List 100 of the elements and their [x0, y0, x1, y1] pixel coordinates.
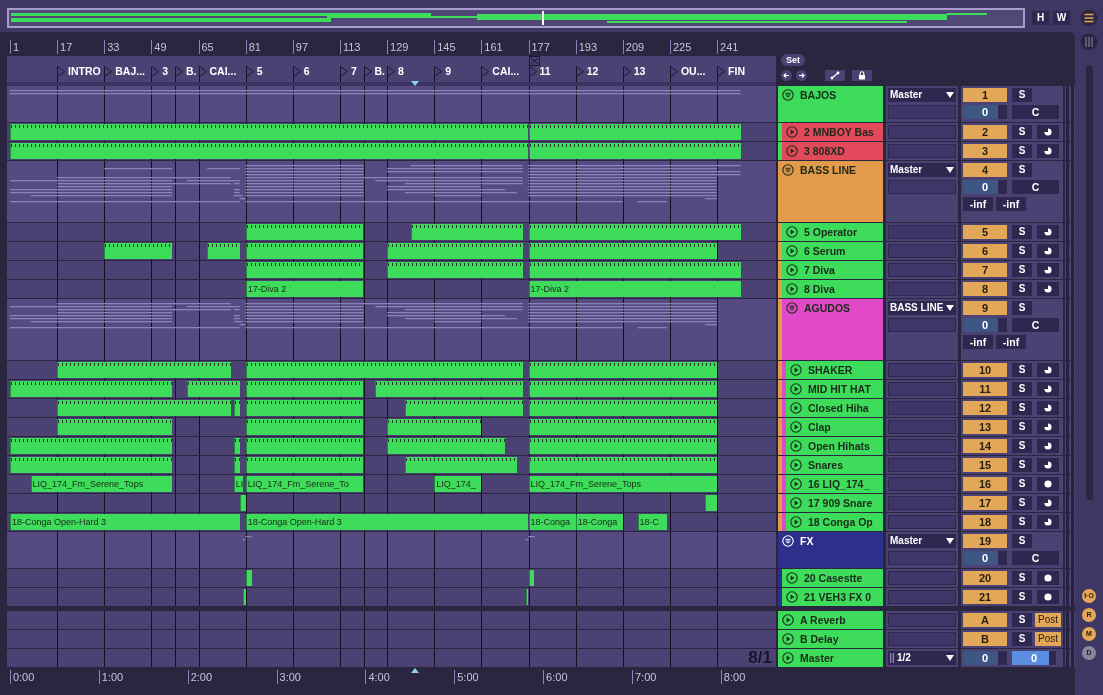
locator[interactable]: B.: [363, 65, 385, 77]
solo-button[interactable]: S: [1012, 590, 1032, 604]
locator[interactable]: 9: [434, 65, 452, 77]
output-dropdown[interactable]: Master: [888, 163, 956, 177]
locator[interactable]: 8: [387, 65, 404, 77]
track-header[interactable]: 18 Conga Op: [786, 513, 883, 531]
locator[interactable]: 11: [528, 65, 551, 77]
play-icon[interactable]: [786, 226, 798, 238]
track-header[interactable]: Master: [778, 649, 883, 667]
locator[interactable]: INTRO: [57, 65, 101, 77]
solo-button[interactable]: S: [1012, 125, 1032, 139]
clip[interactable]: LI: [233, 476, 243, 492]
arrow-right-icon[interactable]: [796, 70, 807, 81]
monitor-button[interactable]: [1037, 477, 1059, 491]
clip[interactable]: [245, 362, 523, 378]
clip[interactable]: [525, 589, 529, 605]
clip[interactable]: LIQ_174_Fm_Serene_Tops: [30, 476, 172, 492]
input-field[interactable]: [888, 363, 956, 377]
send-mode-button[interactable]: Post: [1035, 613, 1061, 627]
play-icon[interactable]: [786, 572, 798, 584]
track-header[interactable]: Clap: [786, 418, 883, 436]
input-field[interactable]: [888, 632, 956, 646]
track-activator-button[interactable]: 17: [963, 496, 1007, 510]
solo-button[interactable]: S: [1012, 382, 1032, 396]
monitor-button[interactable]: [1037, 263, 1059, 277]
clip[interactable]: [9, 457, 172, 473]
locator[interactable]: 5: [245, 65, 263, 77]
track-header[interactable]: 21 VEH3 FX 0: [782, 588, 883, 606]
locator[interactable]: FIN: [717, 65, 745, 77]
clip[interactable]: [375, 381, 523, 397]
track-activator-button[interactable]: A: [963, 613, 1007, 627]
track-activator-button[interactable]: 6: [963, 244, 1007, 258]
play-icon[interactable]: [786, 591, 798, 603]
clip[interactable]: [57, 419, 172, 435]
follow-icon[interactable]: [825, 70, 845, 81]
volume-slider[interactable]: 0: [963, 651, 1007, 665]
clip[interactable]: 18-Conga: [528, 514, 576, 530]
locator[interactable]: CAI...: [198, 65, 237, 77]
track-header[interactable]: FX: [778, 532, 883, 568]
track-activator-button[interactable]: 1: [963, 88, 1007, 102]
solo-button[interactable]: S: [1012, 144, 1032, 158]
clip[interactable]: [528, 419, 718, 435]
input-field[interactable]: [888, 420, 956, 434]
clip[interactable]: [387, 262, 523, 278]
play-icon[interactable]: [786, 245, 798, 257]
pan-control[interactable]: C: [1012, 318, 1059, 332]
track-header[interactable]: 6 Serum: [782, 242, 883, 260]
track-header[interactable]: Closed Hiha: [786, 399, 883, 417]
overview-toggle-button[interactable]: H: [1032, 11, 1049, 25]
clip[interactable]: [245, 262, 364, 278]
solo-button[interactable]: S: [1012, 401, 1032, 415]
volume-slider[interactable]: 0: [963, 180, 1007, 194]
play-icon[interactable]: [790, 516, 802, 528]
solo-button[interactable]: S: [1012, 282, 1032, 296]
track-header[interactable]: B Delay: [778, 630, 883, 648]
clip[interactable]: [245, 243, 364, 259]
input-field[interactable]: [888, 477, 956, 491]
track-header[interactable]: 16 LIQ_174_: [786, 475, 883, 493]
clip[interactable]: [57, 362, 231, 378]
track-activator-button[interactable]: 8: [963, 282, 1007, 296]
locator[interactable]: BAJ...: [104, 65, 145, 77]
track-activator-button[interactable]: 16: [963, 477, 1007, 491]
overview-drawing[interactable]: [7, 8, 1025, 28]
clip[interactable]: [528, 362, 718, 378]
solo-button[interactable]: S: [1012, 363, 1032, 377]
input-field[interactable]: [888, 318, 956, 332]
clip[interactable]: [242, 589, 246, 605]
clip[interactable]: [233, 457, 240, 473]
solo-button[interactable]: S: [1012, 515, 1032, 529]
play-icon[interactable]: [786, 126, 798, 138]
input-field[interactable]: [888, 571, 956, 585]
clip[interactable]: 18-Conga Open-Hard 3: [9, 514, 240, 530]
track-activator-button[interactable]: 15: [963, 458, 1007, 472]
monitor-button[interactable]: [1037, 144, 1059, 158]
solo-button[interactable]: S: [1012, 477, 1032, 491]
input-field[interactable]: [888, 496, 956, 510]
input-field[interactable]: [888, 551, 956, 565]
input-field[interactable]: [888, 590, 956, 604]
play-icon[interactable]: [782, 633, 794, 645]
clip[interactable]: 17-Diva 2: [245, 281, 364, 297]
monitor-button[interactable]: [1037, 439, 1059, 453]
clip[interactable]: [245, 570, 252, 586]
track-activator-button[interactable]: 12: [963, 401, 1007, 415]
send-mode-button[interactable]: Post: [1035, 632, 1061, 646]
solo-button[interactable]: S: [1012, 571, 1032, 585]
clip[interactable]: [104, 243, 172, 259]
clip[interactable]: [528, 381, 718, 397]
track-activator-button[interactable]: 21: [963, 590, 1007, 604]
track-header[interactable]: 20 Casestte: [782, 569, 883, 587]
locator[interactable]: 12: [575, 65, 599, 77]
input-field[interactable]: [888, 458, 956, 472]
peak-reading[interactable]: -inf: [963, 335, 993, 349]
track-header[interactable]: 5 Operator: [782, 223, 883, 241]
track-activator-button[interactable]: 13: [963, 420, 1007, 434]
clip[interactable]: [387, 438, 505, 454]
clip[interactable]: LIQ_174_: [434, 476, 482, 492]
track-header[interactable]: 2 MNBOY Bas: [782, 123, 883, 141]
peak-reading[interactable]: -inf: [996, 197, 1026, 211]
pan-control[interactable]: C: [1012, 180, 1059, 194]
input-field[interactable]: [888, 225, 956, 239]
